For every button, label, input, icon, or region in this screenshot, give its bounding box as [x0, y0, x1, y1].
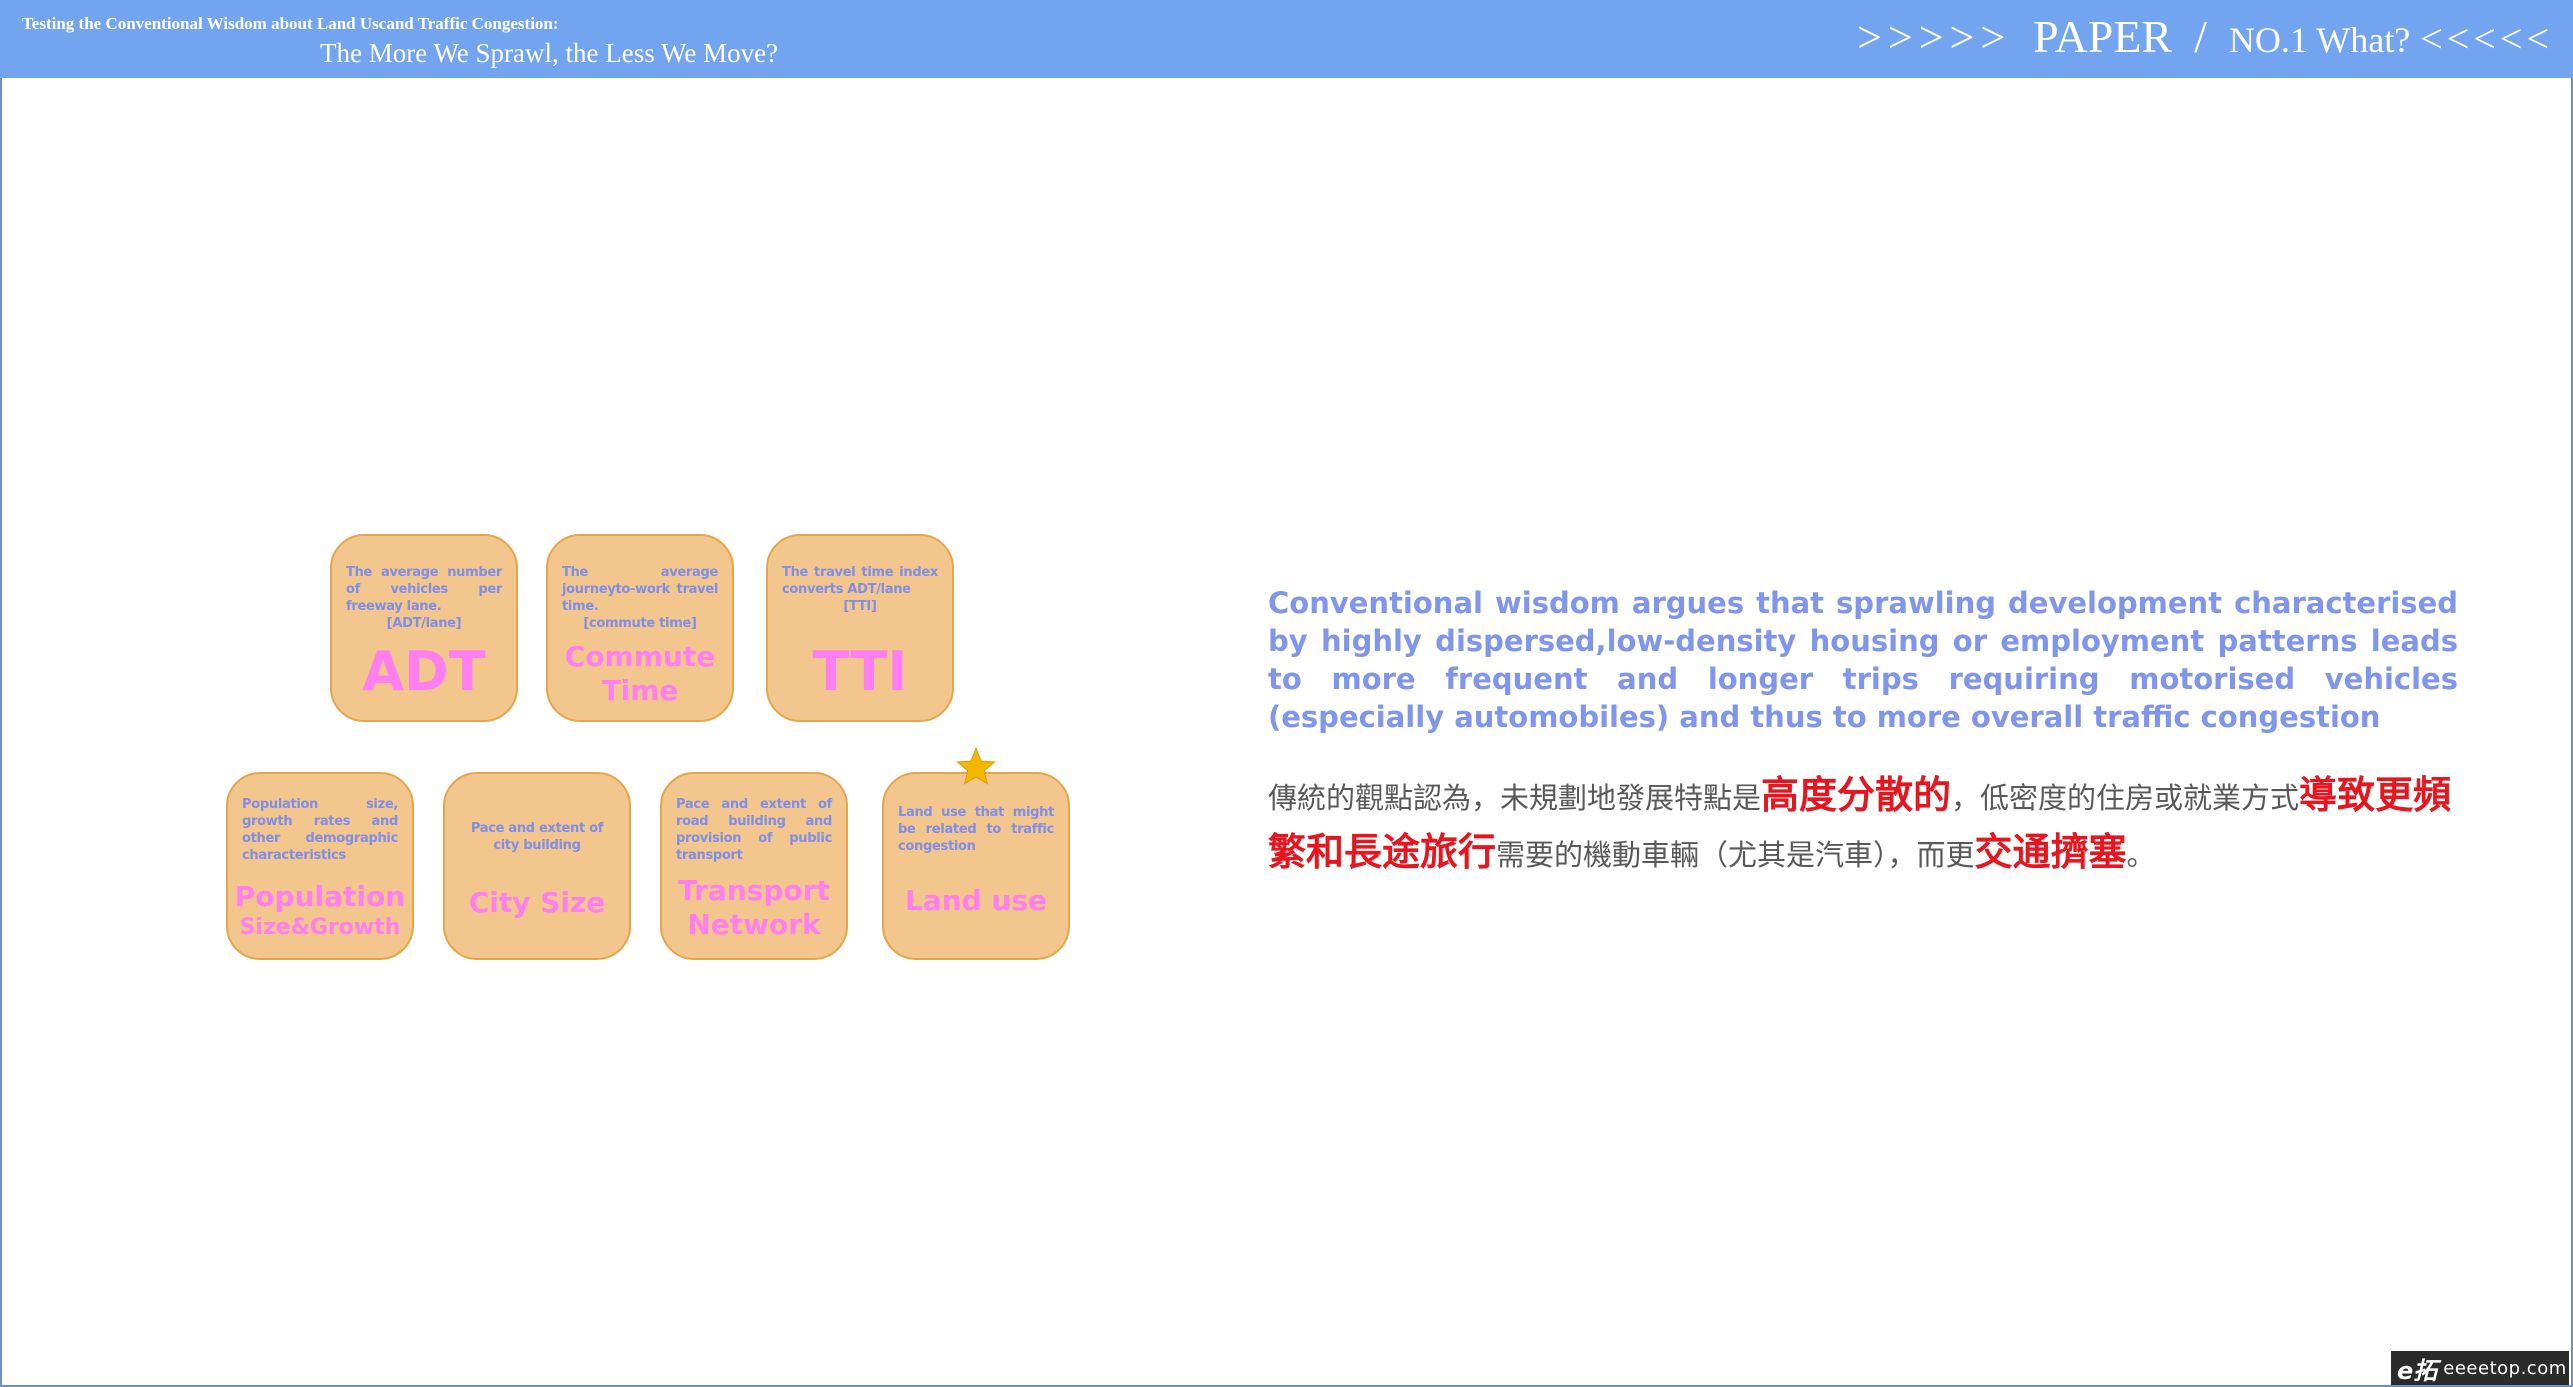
- header-title-line1: Testing the Conventional Wisdom about La…: [22, 14, 559, 33]
- highlight-congestion: 交通擠塞: [1974, 830, 2127, 874]
- card-commute-desc: The average journeyto-work travel time. …: [562, 565, 718, 631]
- card-land-use: Land use that might be related to traffi…: [882, 772, 1070, 960]
- header-title-line2: The More We Sprawl, the Less We Move?: [320, 38, 779, 68]
- card-transport-label: Transport Network: [678, 874, 830, 941]
- highlight-dispersed: 高度分散的: [1761, 773, 1952, 817]
- card-adt-label: ADT: [362, 640, 486, 703]
- card-population-label: Population Size&Growth: [234, 880, 406, 940]
- card-adt-desc: The average number of vehicles per freew…: [346, 565, 502, 631]
- header-paper-label: PAPER: [2033, 11, 2173, 62]
- header-arrows-right: <<<<<: [2420, 16, 2553, 61]
- card-population: Population size, growth rates and other …: [226, 772, 414, 960]
- card-commute-label: Commute Time: [564, 640, 716, 707]
- card-city-size-label: City Size: [468, 886, 606, 919]
- card-adt: The average number of vehicles per freew…: [330, 534, 518, 722]
- header-arrows-left: >>>>>: [1857, 13, 2012, 62]
- card-transport-desc: Pace and extent of road building and pro…: [676, 797, 832, 863]
- header-bar: Testing the Conventional Wisdom about La…: [0, 0, 2573, 78]
- card-commute-tag: [commute time]: [583, 616, 697, 631]
- card-tti: The travel time index converts ADT/lane …: [766, 534, 954, 722]
- star-icon: [956, 747, 996, 785]
- card-land-use-desc: Land use that might be related to traffi…: [898, 805, 1054, 854]
- header-slash: /: [2194, 11, 2207, 62]
- card-city-size-desc: Pace and extent of city building: [470, 821, 604, 853]
- card-land-use-label: Land use: [904, 884, 1048, 917]
- card-city-size: Pace and extent of city building City Si…: [443, 772, 631, 960]
- card-tti-desc: The travel time index converts ADT/lane …: [782, 565, 938, 614]
- header-section-nav: >>>>> PAPER / NO.1 What? <<<<<: [1857, 10, 2553, 70]
- watermark-logo: e拓: [2397, 1356, 2438, 1385]
- header-section-label: NO.1 What?: [2228, 20, 2411, 60]
- chinese-paragraph: 傳統的觀點認為，未規劃地發展特點是高度分散的，低密度的住房或就業方式導致更頻繁和…: [1268, 773, 2452, 874]
- card-adt-tag: [ADT/lane]: [386, 616, 462, 631]
- card-tti-label: TTI: [812, 640, 908, 703]
- card-transport-network: Pace and extent of road building and pro…: [660, 772, 848, 960]
- card-tti-tag: [TTI]: [843, 599, 877, 614]
- card-population-desc: Population size, growth rates and other …: [242, 797, 398, 863]
- watermark: e拓 eeeetop.com: [2391, 1351, 2569, 1385]
- watermark-text: eeeetop.com: [2443, 1357, 2567, 1379]
- english-paragraph: Conventional wisdom argues that sprawlin…: [1268, 586, 2458, 734]
- card-commute-time: The average journeyto-work travel time. …: [546, 534, 734, 722]
